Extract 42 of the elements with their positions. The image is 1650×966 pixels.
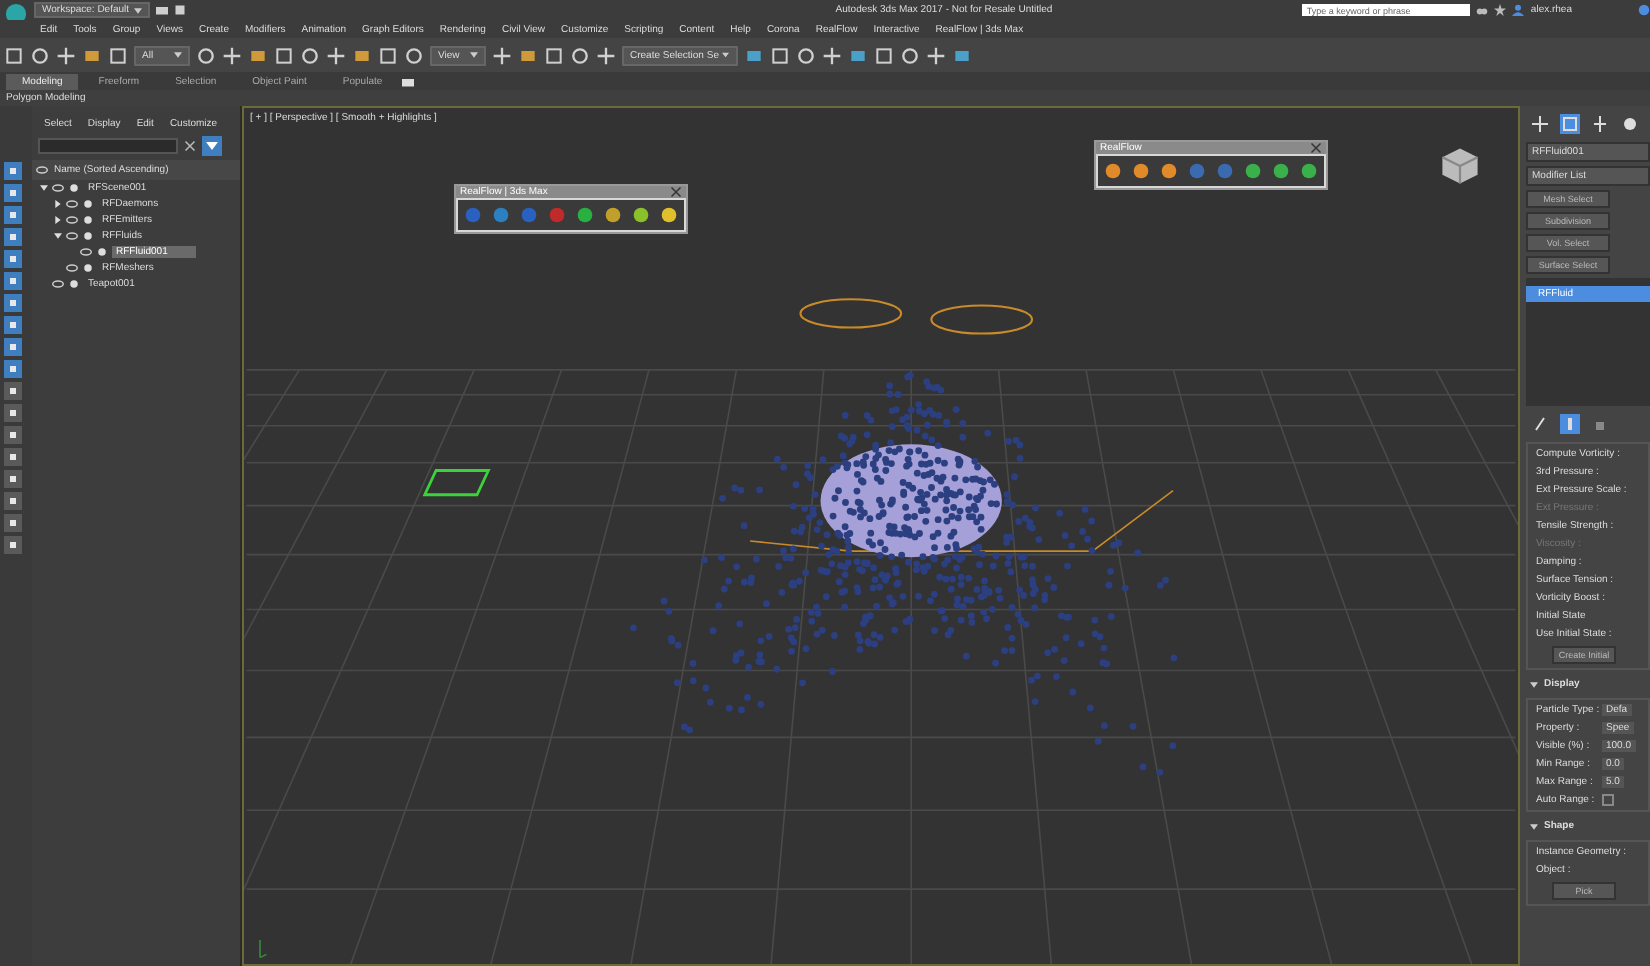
collapsed-caret-icon[interactable] [54,216,62,224]
square-icon[interactable] [4,382,22,400]
camera-icon[interactable] [402,75,415,87]
square-icon[interactable] [4,470,22,488]
square-icon[interactable] [4,184,22,202]
square-icon[interactable] [4,250,22,268]
square-icon[interactable] [4,206,22,224]
square-icon[interactable] [4,536,22,554]
view-cube-icon[interactable] [1438,144,1482,188]
expanded-caret-icon[interactable] [40,184,48,192]
checkbox[interactable] [1602,794,1614,806]
close-icon[interactable] [670,186,682,198]
dropdown-arrow-icon[interactable] [722,52,730,58]
square-icon[interactable] [4,404,22,422]
square-icon[interactable] [4,294,22,312]
square-icon[interactable] [4,162,22,180]
folder-icon[interactable] [155,4,168,16]
user-icon[interactable] [1512,4,1525,16]
square-icon[interactable] [4,448,22,466]
star-icon[interactable] [1494,4,1507,16]
dropdown-arrow-icon[interactable] [133,7,142,13]
collapse-triangle-icon[interactable] [1530,823,1538,829]
collapse-triangle-icon[interactable] [1530,681,1538,687]
square-icon[interactable] [4,514,22,532]
collapsed-caret-icon[interactable] [54,200,62,208]
dropdown-arrow-icon[interactable] [470,52,478,58]
binoculars-icon[interactable] [1476,4,1489,16]
square-icon[interactable] [4,272,22,290]
close-icon[interactable] [1310,142,1322,154]
square-icon[interactable] [4,492,22,510]
square-icon[interactable] [4,426,22,444]
square-icon[interactable] [4,228,22,246]
circle-icon[interactable] [1620,114,1640,134]
close-icon[interactable] [184,140,196,152]
expanded-caret-icon[interactable] [54,232,62,240]
square-icon[interactable] [4,360,22,378]
filter-icon[interactable] [202,136,222,156]
search-field[interactable] [38,138,178,154]
plus-icon[interactable] [1530,114,1550,134]
square-icon[interactable] [4,338,22,356]
square-icon[interactable] [4,316,22,334]
dropdown-arrow-icon[interactable] [174,52,182,58]
